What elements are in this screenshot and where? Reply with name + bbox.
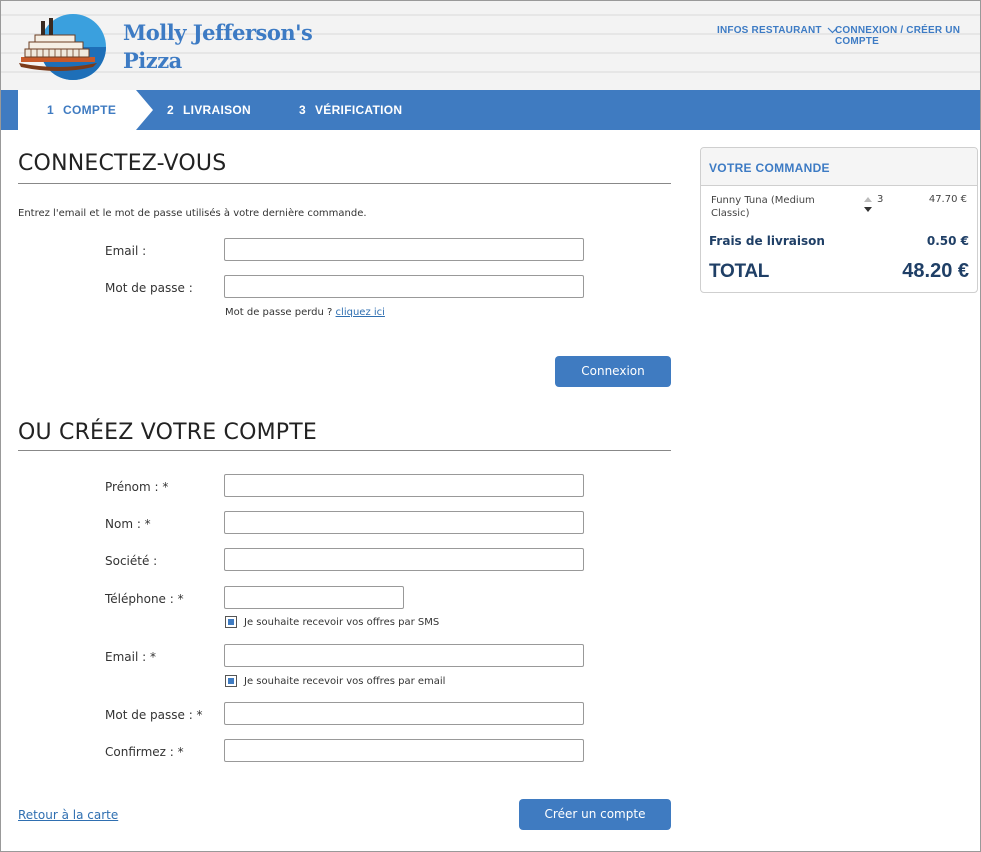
- login-intro: Entrez l'email et le mot de passe utilis…: [18, 208, 367, 219]
- nav-infos-restaurant[interactable]: INFOS RESTAURANT: [717, 25, 838, 36]
- divider: [18, 450, 671, 451]
- step-number: 2: [167, 103, 174, 117]
- login-heading: CONNECTEZ-VOUS: [18, 151, 227, 176]
- sms-optin-label: Je souhaite recevoir vos offres par SMS: [244, 616, 440, 628]
- order-item-price: 47.70 €: [928, 194, 967, 205]
- login-email-input[interactable]: [224, 238, 584, 261]
- checkout-steps: 1 COMPTE 2 LIVRAISON 3 VÉRIFICATION: [1, 90, 980, 130]
- email-optin-label: Je souhaite recevoir vos offres par emai…: [244, 675, 446, 687]
- register-email-label: Email : *: [105, 650, 156, 664]
- total-label: TOTAL: [709, 261, 770, 282]
- order-item-name: Funny Tuna (Medium Classic): [711, 195, 815, 219]
- step-verification[interactable]: 3 VÉRIFICATION: [299, 90, 402, 130]
- lastname-label: Nom : *: [105, 517, 151, 531]
- firstname-input[interactable]: [224, 474, 584, 497]
- login-button[interactable]: Connexion: [555, 356, 671, 387]
- step-account[interactable]: 1 COMPTE: [47, 90, 116, 130]
- company-input[interactable]: [224, 548, 584, 571]
- step-label: LIVRAISON: [182, 103, 252, 117]
- phone-label: Téléphone : *: [105, 592, 184, 606]
- register-password-label: Mot de passe : *: [105, 708, 203, 722]
- step-number: 3: [299, 103, 306, 117]
- order-item-qty: 3: [877, 194, 884, 205]
- confirm-password-label: Confirmez : *: [105, 745, 184, 759]
- back-to-menu-link[interactable]: Retour à la carte: [18, 808, 118, 822]
- delivery-fee-label: Frais de livraison: [709, 234, 825, 248]
- brand-line-2: Pizza: [123, 48, 182, 73]
- steamboat-logo-icon[interactable]: [19, 13, 111, 81]
- total-value: 48.20 €: [902, 260, 969, 282]
- firstname-label: Prénom : *: [105, 480, 169, 494]
- lost-password-text: Mot de passe perdu ?: [225, 307, 336, 318]
- step-label: COMPTE: [62, 103, 117, 117]
- create-account-button[interactable]: Créer un compte: [519, 799, 671, 830]
- site-header: Molly Jefferson's Pizza INFOS RESTAURANT…: [1, 1, 980, 90]
- brand-name[interactable]: Molly Jefferson's Pizza: [123, 19, 313, 75]
- login-email-label: Email :: [105, 244, 147, 258]
- quantity-stepper-icon[interactable]: [863, 195, 873, 215]
- divider: [18, 183, 671, 184]
- sms-optin[interactable]: Je souhaite recevoir vos offres par SMS: [225, 616, 439, 628]
- lost-password-link[interactable]: cliquez ici: [336, 307, 385, 318]
- lastname-input[interactable]: [224, 511, 584, 534]
- order-summary: VOTRE COMMANDE Funny Tuna (Medium Classi…: [700, 147, 978, 293]
- order-heading: VOTRE COMMANDE: [701, 148, 977, 186]
- step-delivery[interactable]: 2 LIVRAISON: [167, 90, 251, 130]
- delivery-fee-value: 0.50 €: [926, 234, 969, 248]
- sms-optin-checkbox[interactable]: [225, 616, 237, 628]
- step-label: VÉRIFICATION: [314, 103, 403, 117]
- login-password-input[interactable]: [224, 275, 584, 298]
- confirm-password-input[interactable]: [224, 739, 584, 762]
- nav-login-register[interactable]: CONNEXION / CRÉER UN COMPTE: [835, 25, 980, 47]
- brand-line-1: Molly Jefferson's: [123, 20, 313, 45]
- email-optin-checkbox[interactable]: [225, 675, 237, 687]
- phone-input[interactable]: [224, 586, 404, 609]
- step-number: 1: [47, 103, 54, 117]
- lost-password: Mot de passe perdu ? cliquez ici: [225, 307, 385, 318]
- register-heading: OU CRÉEZ VOTRE COMPTE: [18, 420, 317, 445]
- company-label: Société :: [105, 554, 158, 568]
- login-password-label: Mot de passe :: [105, 281, 193, 295]
- nav-login-label: CONNEXION / CRÉER UN COMPTE: [835, 25, 961, 47]
- register-email-input[interactable]: [224, 644, 584, 667]
- email-optin[interactable]: Je souhaite recevoir vos offres par emai…: [225, 675, 445, 687]
- nav-infos-label: INFOS RESTAURANT: [717, 25, 822, 36]
- register-password-input[interactable]: [224, 702, 584, 725]
